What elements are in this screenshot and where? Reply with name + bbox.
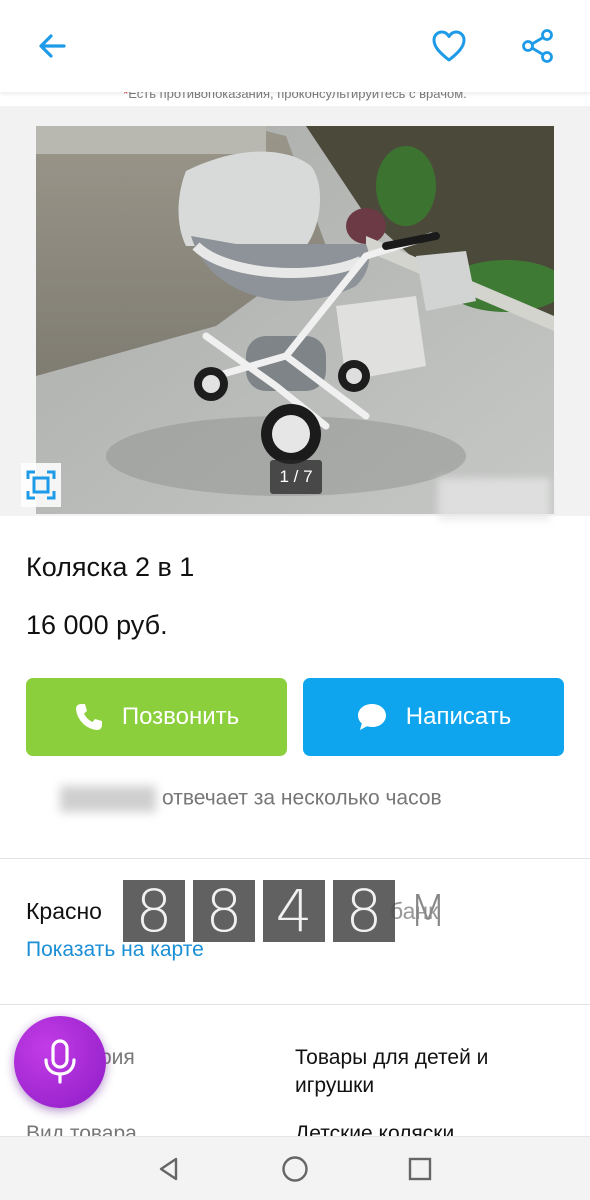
top-app-bar <box>0 0 590 92</box>
favorite-button[interactable] <box>425 22 473 70</box>
listing-page: *Есть противопоказания, проконсультируйт… <box>0 0 590 1200</box>
divider <box>0 858 590 859</box>
system-back-button[interactable] <box>149 1149 189 1189</box>
system-navigation-bar <box>0 1136 590 1200</box>
category-value: Товары для детей и игрушки <box>295 1046 489 1097</box>
overlay-digit: 8 <box>193 880 255 942</box>
microphone-icon <box>44 1039 76 1084</box>
message-button-label: Написать <box>405 703 512 730</box>
photo-counter: 1 / 7 <box>270 460 322 494</box>
listing-photo[interactable] <box>36 126 554 514</box>
message-button[interactable]: Написать <box>303 678 564 756</box>
phone-icon <box>75 704 102 730</box>
share-icon <box>522 29 553 63</box>
voice-assistant-button[interactable] <box>14 1016 106 1108</box>
overlay-digit: 8 <box>123 880 185 942</box>
fullscreen-icon <box>26 470 56 500</box>
item-type-label: Вид товара <box>26 1122 137 1136</box>
address-text: Красно <box>26 898 102 924</box>
overlay-digits: 8 8 4 8 M <box>123 880 453 942</box>
heart-icon <box>432 30 466 62</box>
chat-bubble-icon <box>357 704 386 730</box>
overlay-unit: M <box>409 885 447 937</box>
divider <box>0 1004 590 1005</box>
blurred-watermark <box>438 478 550 520</box>
overlay-digit: 4 <box>263 880 325 942</box>
nav-back-triangle-icon <box>159 1157 178 1181</box>
response-time-text: отвечает за несколько часов <box>162 786 442 810</box>
overlay-digit: 8 <box>333 880 395 942</box>
call-button-label: Позвонить <box>121 703 240 730</box>
listing-title: Коляска 2 в 1 <box>26 552 195 582</box>
nav-home-circle-icon <box>282 1156 308 1182</box>
stroller-photo-illustration <box>36 126 554 514</box>
system-home-button[interactable] <box>275 1149 315 1189</box>
call-button[interactable]: Позвонить <box>26 678 287 756</box>
item-type-value: Детские коляски <box>295 1122 455 1136</box>
back-button[interactable] <box>28 22 76 70</box>
blurred-seller-name <box>60 786 156 812</box>
fullscreen-button[interactable] <box>21 463 61 507</box>
photo-gallery[interactable] <box>0 106 590 516</box>
system-recent-apps-button[interactable] <box>400 1149 440 1189</box>
share-button[interactable] <box>514 22 562 70</box>
arrow-left-icon <box>39 34 66 58</box>
seller-response-time: отвечает за несколько часов <box>60 786 540 818</box>
nav-recent-square-icon <box>408 1157 432 1181</box>
listing-price: 16 000 руб. <box>26 610 168 640</box>
